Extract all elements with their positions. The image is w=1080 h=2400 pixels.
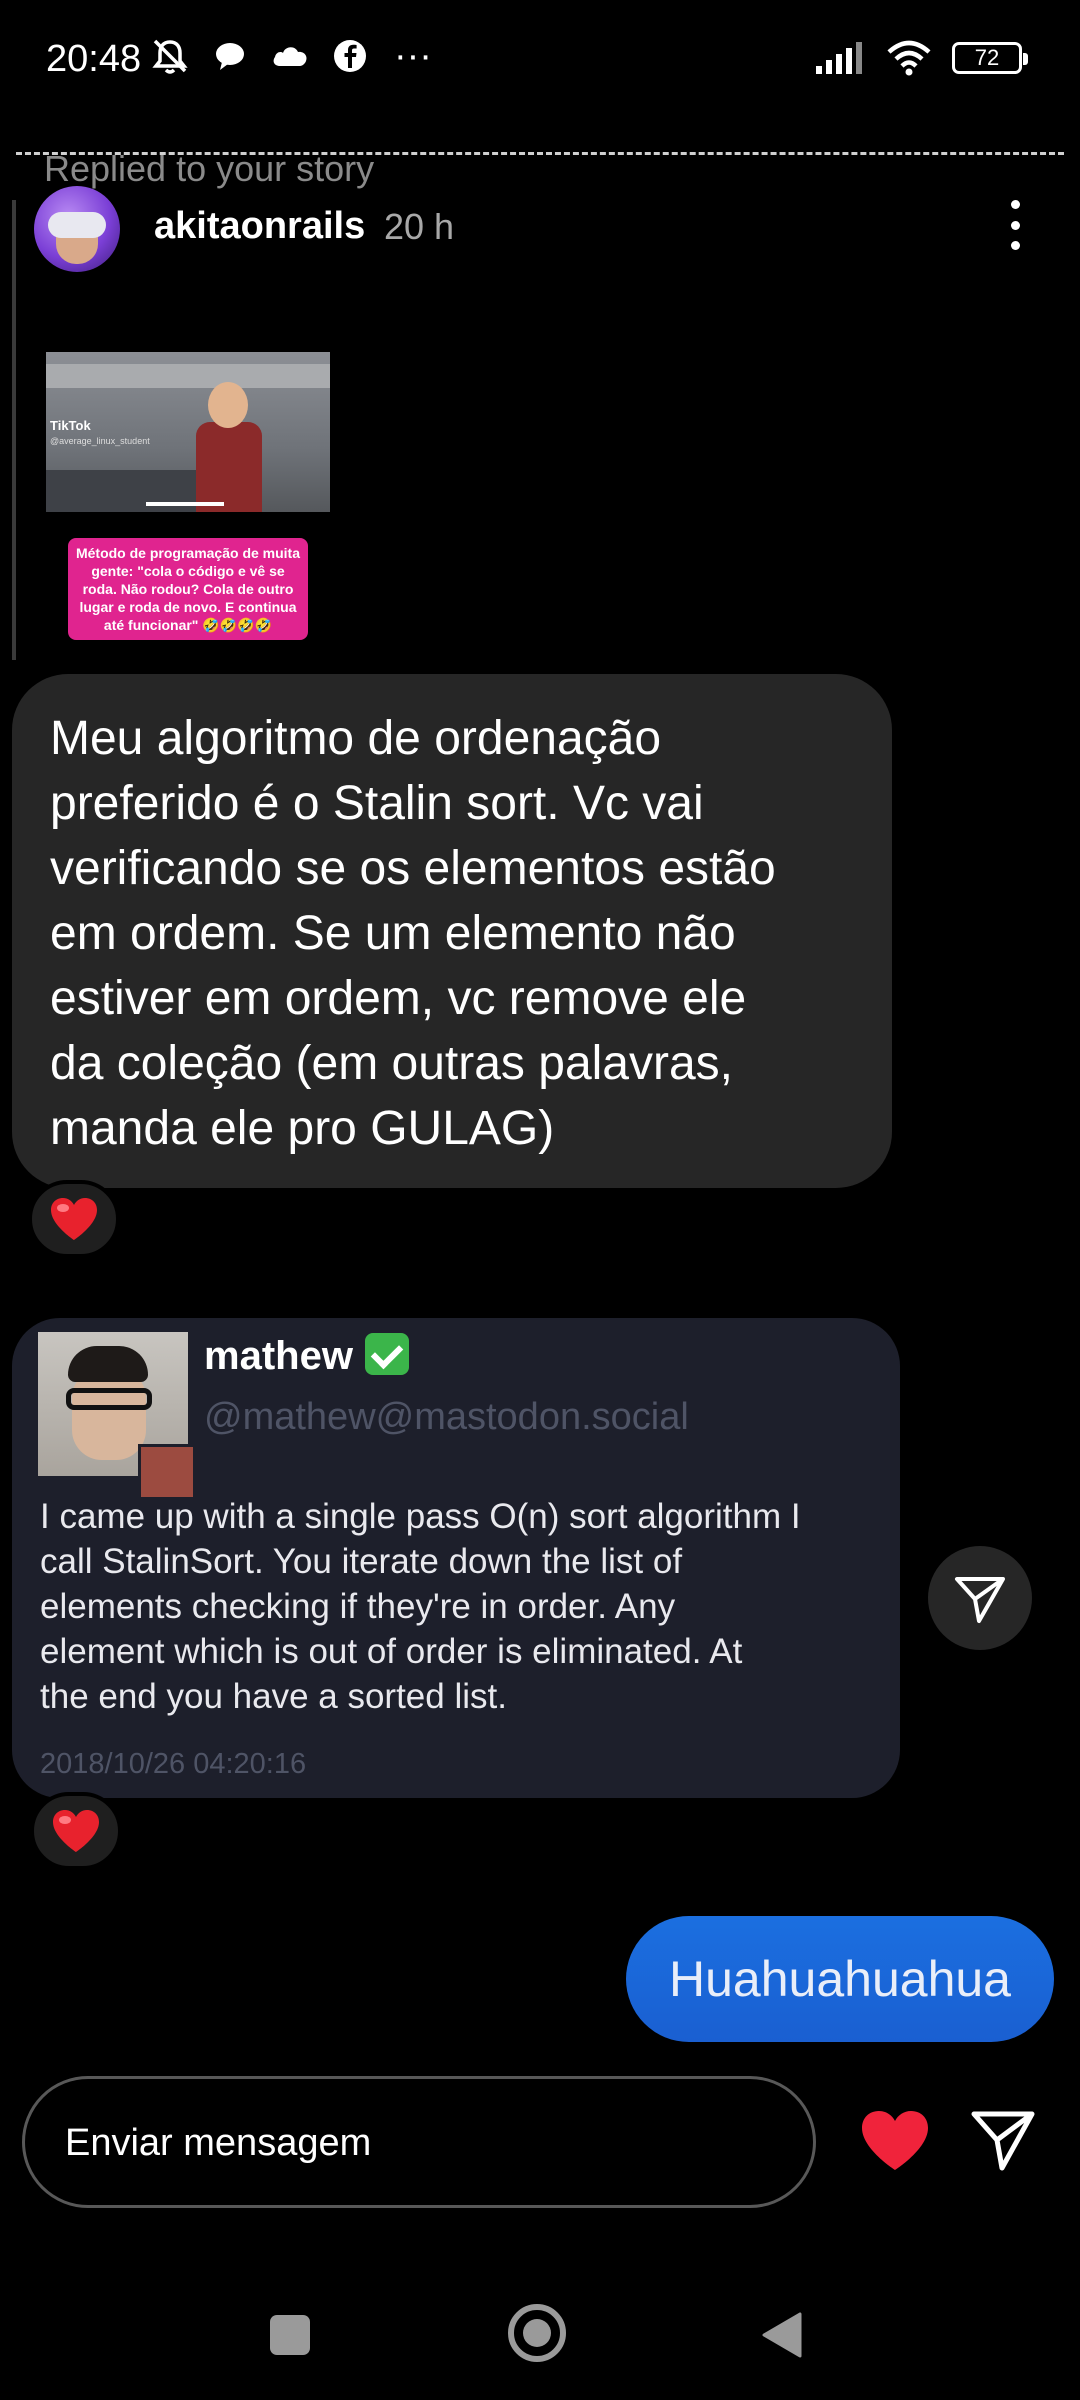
message-input[interactable] [65, 2109, 765, 2177]
back-triangle-icon[interactable] [760, 2310, 804, 2360]
more-notifications-icon: ··· [394, 35, 432, 77]
verified-check-icon [364, 1333, 409, 1376]
story-caption: Método de programação de muita gente: "c… [68, 538, 308, 640]
more-options-icon[interactable] [1000, 200, 1030, 250]
story-thumbnail[interactable]: TikTok @average_linux_student Método de … [46, 352, 330, 642]
facebook-icon [334, 40, 366, 72]
heart-icon [862, 2111, 928, 2170]
message-reaction[interactable] [30, 1792, 122, 1870]
shared-post-message[interactable]: mathew @mathew@mastodon.social I came up… [12, 1318, 900, 1798]
tweet-body: I came up with a single pass O(n) sort a… [40, 1497, 801, 1716]
signal-icon [816, 42, 862, 74]
reply-thread-line [12, 200, 16, 660]
wifi-icon [887, 40, 931, 76]
message-composer[interactable] [22, 2076, 816, 2208]
tweet-author-name: mathew [204, 1333, 409, 1379]
send-button[interactable] [968, 2104, 1038, 2174]
recents-square-icon[interactable] [270, 2315, 310, 2355]
home-circle-icon[interactable] [508, 2304, 566, 2362]
video-progress-bar [146, 502, 224, 506]
story-timestamp: 20 h [384, 206, 455, 247]
story-video-frame: TikTok @average_linux_student [46, 352, 330, 512]
story-username[interactable]: akitaonrails [154, 205, 365, 248]
send-icon [955, 1577, 1005, 1623]
status-time: 20:48 [46, 38, 142, 80]
tweet-author-handle: @mathew@mastodon.social [204, 1396, 689, 1438]
share-button[interactable] [928, 1546, 1032, 1650]
avatar[interactable] [34, 186, 120, 272]
cloud-icon [273, 47, 307, 66]
battery-level: 72 [974, 45, 1000, 70]
battery-icon: 72 [952, 42, 1028, 74]
message-reaction[interactable] [28, 1180, 120, 1258]
send-icon [971, 2111, 1035, 2171]
outgoing-message[interactable]: Huahuahuahua [626, 1916, 1054, 2042]
heart-reaction-icon [53, 1810, 99, 1852]
system-status: 72 [814, 40, 1028, 76]
like-button[interactable] [858, 2108, 932, 2174]
tweet-author-avatar [38, 1332, 196, 1500]
tiktok-handle: @average_linux_student [50, 436, 150, 446]
tiktok-logo: TikTok [50, 418, 91, 433]
status-bar: 20:48 ··· 72 [0, 0, 1080, 120]
replied-to-story-label: Replied to your story [44, 148, 375, 189]
tweet-date: 2018/10/26 04:20:16 [40, 1748, 307, 1780]
incoming-message[interactable]: Meu algoritmo de ordenação preferido é o… [12, 674, 892, 1188]
do-not-disturb-bell-icon [152, 39, 188, 74]
chat-bubble-icon [216, 43, 244, 70]
notification-icons: ··· [150, 36, 432, 76]
tweet-secondary-avatar [138, 1444, 196, 1500]
heart-reaction-icon [51, 1198, 97, 1240]
